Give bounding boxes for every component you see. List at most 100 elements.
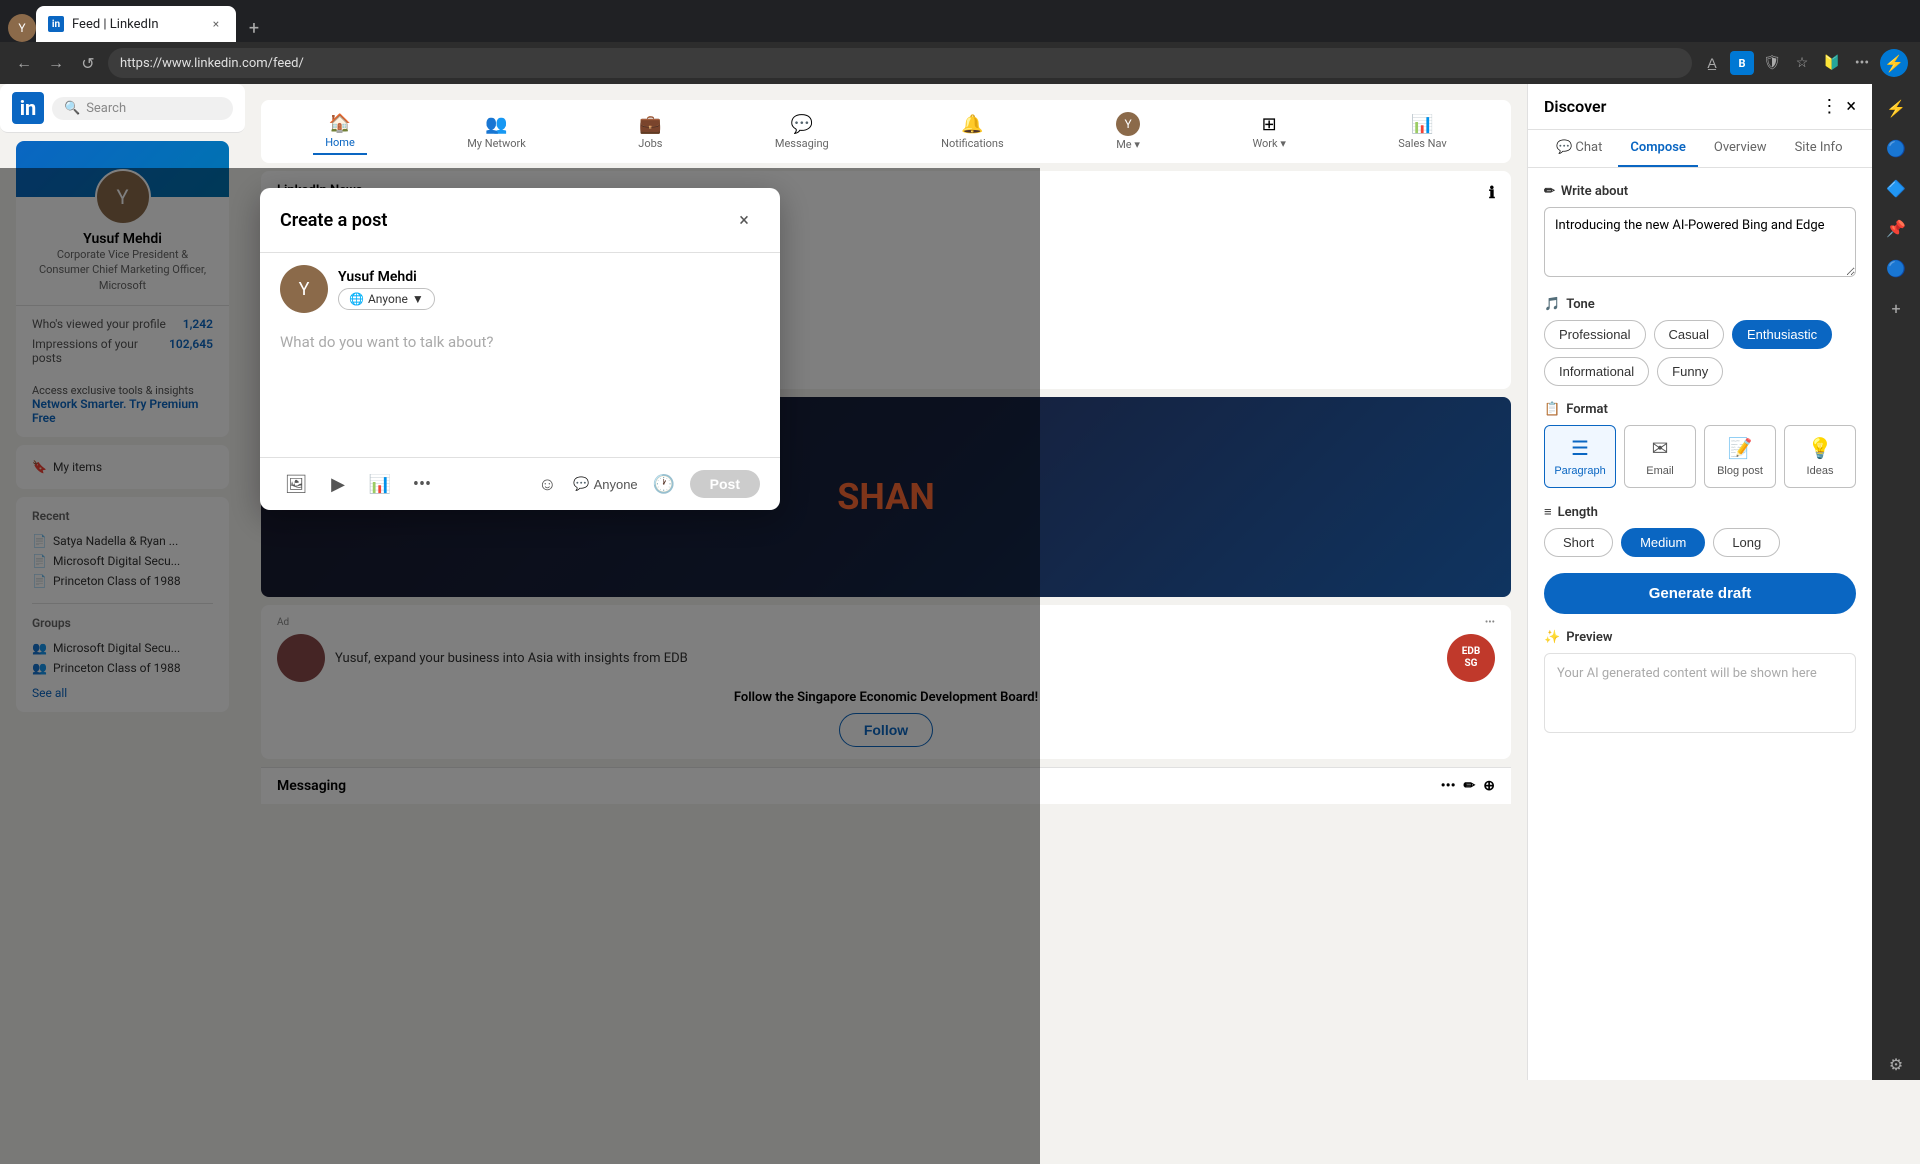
tone-enthusiastic[interactable]: Enthusiastic [1732, 320, 1832, 349]
shield-icon[interactable]: 🛡 [1760, 51, 1784, 75]
media-icon[interactable]: 🖼 [280, 468, 312, 500]
toolbar-icons: A̲ B 🛡 ☆ 🔰 ••• ⚡ [1700, 49, 1908, 77]
length-short[interactable]: Short [1544, 528, 1613, 557]
write-about-input[interactable]: Introducing the new AI-Powered Bing and … [1544, 207, 1856, 277]
modal-user-name: Yusuf Mehdi [338, 269, 435, 285]
tab-favicon: in [48, 16, 64, 32]
video-icon[interactable]: ▶ [322, 468, 354, 500]
format-ideas[interactable]: 💡 Ideas [1784, 425, 1856, 488]
browser-tab[interactable]: in Feed | LinkedIn × [36, 6, 236, 42]
modal-body: What do you want to talk about? [260, 325, 780, 457]
modal-header: Create a post × [260, 188, 780, 253]
main-nav: 🏠Home 👥My Network 💼Jobs 💬Messaging 🔔Noti… [261, 100, 1511, 163]
nav-salesnav[interactable]: 📊Sales Nav [1386, 110, 1459, 154]
modal-user-section: Y Yusuf Mehdi 🌐 Anyone ▼ [260, 253, 780, 325]
modal-anyone-btn[interactable]: 💬 Anyone [573, 476, 637, 492]
ext-icon-5[interactable]: 🔵 [1880, 252, 1912, 284]
shield2-icon[interactable]: 🔰 [1820, 51, 1844, 75]
news-info-icon[interactable]: ℹ [1489, 183, 1495, 202]
tab-chat[interactable]: 💬 Chat [1544, 130, 1614, 167]
nav-work[interactable]: ⊞Work ▾ [1240, 110, 1297, 154]
tab-close-btn[interactable]: × [208, 16, 224, 32]
ext-icon-6[interactable]: + [1880, 292, 1912, 324]
tab-overview[interactable]: Overview [1702, 130, 1779, 167]
new-tab-btn[interactable]: + [240, 14, 268, 42]
translate-icon[interactable]: A̲ [1700, 51, 1724, 75]
length-long[interactable]: Long [1713, 528, 1780, 557]
discover-tabs: 💬 Chat Compose Overview Site Info [1528, 130, 1872, 168]
format-email[interactable]: ✉ Email [1624, 425, 1696, 488]
ext-settings-icon[interactable]: ⚙ [1880, 1048, 1912, 1080]
tone-casual[interactable]: Casual [1654, 320, 1724, 349]
discover-more-icon[interactable]: ⋮ [1820, 96, 1838, 117]
back-btn[interactable]: ← [12, 51, 36, 75]
length-buttons: Short Medium Long [1544, 528, 1856, 557]
nav-jobs[interactable]: 💼Jobs [626, 110, 674, 154]
ext-icon-4[interactable]: 📌 [1880, 212, 1912, 244]
tone-icon: 🎵 [1544, 297, 1560, 312]
post-btn[interactable]: Post [690, 470, 760, 498]
discover-header-icons: ⋮ × [1820, 96, 1856, 117]
audience-chevron: ▼ [412, 292, 424, 306]
messaging-more-icon[interactable]: ••• [1441, 778, 1456, 794]
nav-network[interactable]: 👥My Network [455, 110, 538, 154]
write-about-label: ✏ Write about [1544, 184, 1856, 199]
nav-me[interactable]: Y Me ▾ [1104, 108, 1152, 155]
tone-section: 🎵 Tone Professional Casual Enthusiastic … [1544, 297, 1856, 386]
format-icon: 📋 [1544, 402, 1560, 417]
bing-icon[interactable]: B [1730, 51, 1754, 75]
document-icon[interactable]: 📊 [364, 468, 396, 500]
tab-compose[interactable]: Compose [1618, 130, 1698, 167]
paragraph-icon: ☰ [1571, 436, 1589, 461]
refresh-btn[interactable]: ↺ [76, 51, 100, 75]
browser-ext-sidebar: ⚡ 🔵 🔷 📌 🔵 + ⚙ [1872, 84, 1920, 1080]
preview-icon: ✨ [1544, 630, 1560, 645]
ext-icon-2[interactable]: 🔵 [1880, 132, 1912, 164]
ext-icon-3[interactable]: 🔷 [1880, 172, 1912, 204]
format-label: 📋 Format [1544, 402, 1856, 417]
audience-label: Anyone [368, 292, 408, 306]
length-medium[interactable]: Medium [1621, 528, 1705, 557]
search-icon: 🔍 [64, 101, 80, 116]
write-about-section: ✏ Write about Introducing the new AI-Pow… [1544, 184, 1856, 281]
more-icon[interactable]: ••• [1850, 51, 1874, 75]
emoji-icon[interactable]: ☺ [531, 468, 563, 500]
preview-label: ✨ Preview [1544, 630, 1856, 645]
tone-professional[interactable]: Professional [1544, 320, 1646, 349]
modal-close-btn[interactable]: × [728, 204, 760, 236]
url-bar[interactable]: https://www.linkedin.com/feed/ [108, 48, 1692, 78]
browser-tabbar: Y in Feed | LinkedIn × + [0, 0, 1920, 42]
search-bar[interactable]: 🔍 Search [52, 97, 233, 120]
format-blogpost[interactable]: 📝 Blog post [1704, 425, 1776, 488]
discover-close-icon[interactable]: × [1846, 96, 1856, 117]
ext-icon-1[interactable]: ⚡ [1880, 92, 1912, 124]
tone-informational[interactable]: Informational [1544, 357, 1649, 386]
length-section: ≡ Length Short Medium Long [1544, 504, 1856, 557]
modal-placeholder[interactable]: What do you want to talk about? [280, 325, 760, 445]
browser-profile-avatar: Y [8, 14, 36, 42]
ad-company-area: EDBSG [1447, 634, 1495, 682]
edge-icon[interactable]: ⚡ [1880, 49, 1908, 77]
nav-notifications[interactable]: 🔔Notifications [929, 110, 1016, 154]
format-paragraph[interactable]: ☰ Paragraph [1544, 425, 1616, 488]
format-grid: ☰ Paragraph ✉ Email 📝 Blog post 💡 Ideas [1544, 425, 1856, 488]
nav-messaging[interactable]: 💬Messaging [763, 110, 841, 154]
browser-addressbar: ← → ↺ https://www.linkedin.com/feed/ A̲ … [0, 42, 1920, 84]
schedule-icon[interactable]: 🕐 [648, 468, 680, 500]
more-tools-icon[interactable]: ••• [406, 468, 438, 500]
modal-title: Create a post [280, 210, 387, 231]
ad-more-icon[interactable]: ••• [1485, 617, 1495, 628]
nav-home[interactable]: 🏠Home [313, 109, 367, 155]
ideas-icon: 💡 [1808, 436, 1833, 461]
forward-btn[interactable]: → [44, 51, 68, 75]
modal-audience-picker[interactable]: 🌐 Anyone ▼ [338, 288, 435, 310]
generate-draft-btn[interactable]: Generate draft [1544, 573, 1856, 614]
favorites-icon[interactable]: ☆ [1790, 51, 1814, 75]
tone-funny[interactable]: Funny [1657, 357, 1723, 386]
write-icon: ✏ [1544, 184, 1555, 199]
modal-user-avatar: Y [280, 265, 328, 313]
messaging-compose-icon[interactable]: ✏ [1464, 778, 1476, 794]
linkedin-logo: in [12, 92, 44, 124]
messaging-expand-icon[interactable]: ⊕ [1483, 778, 1495, 794]
tab-siteinfo[interactable]: Site Info [1783, 130, 1855, 167]
